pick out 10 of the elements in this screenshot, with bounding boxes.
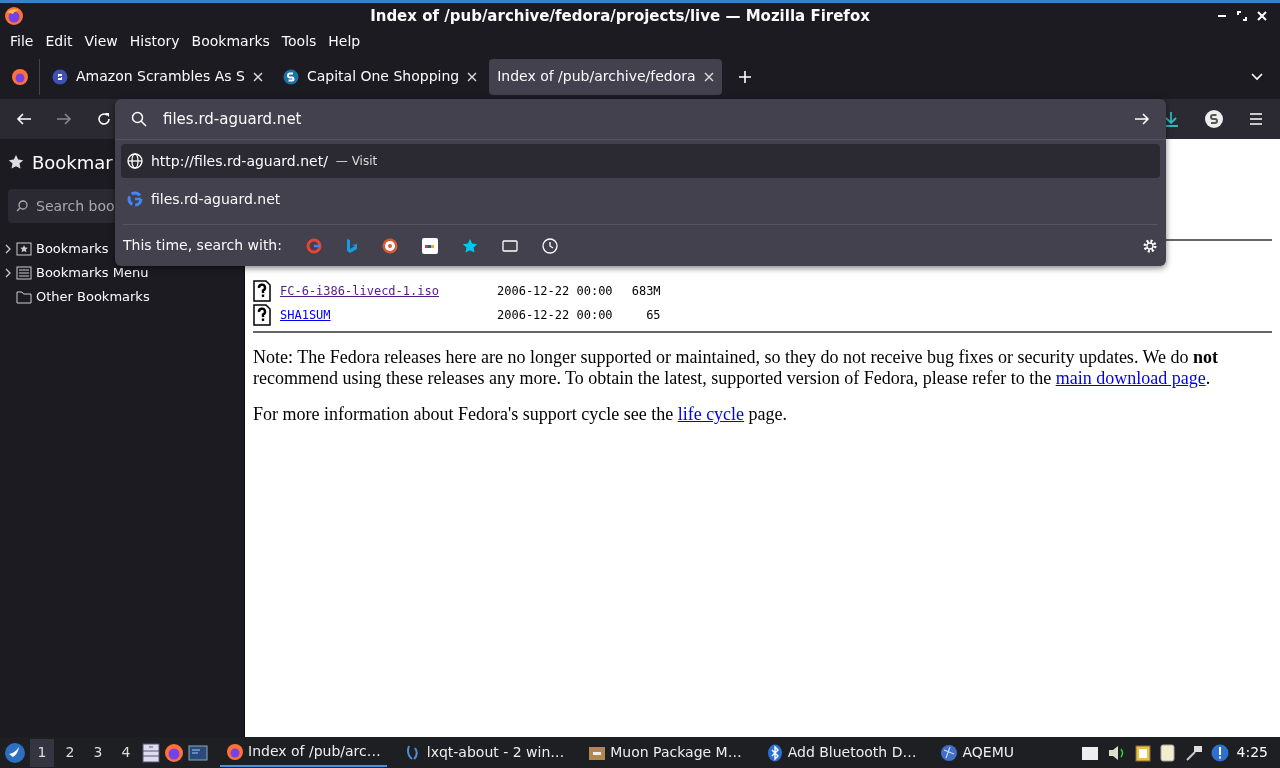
- file-date: 2006-12-22 00:00: [497, 283, 613, 300]
- note-paragraph: For more information about Fedora's support cycle see the life cycle page.: [253, 404, 789, 426]
- search-with-label: This time, search with:: [123, 236, 282, 255]
- sidebar-title: Bookmar: [32, 150, 113, 175]
- note-paragraph: Note: The Fedora releases here are no longer supported or maintained, so they do not receive bug fixes or security updates. We do not recommend using these releases any more. To obtain the latest, supported version of Fedora, please refer to the main download page.: [253, 347, 1220, 389]
- file-size: 65: [645, 307, 661, 324]
- clock: 4:25: [1236, 743, 1268, 762]
- file-size: 683M: [630, 283, 661, 300]
- window-title: Index of /pub/archive/fedora/projects/live — Mozilla Firefox: [369, 5, 871, 27]
- file-date: 2006-12-22 00:00: [497, 307, 613, 324]
